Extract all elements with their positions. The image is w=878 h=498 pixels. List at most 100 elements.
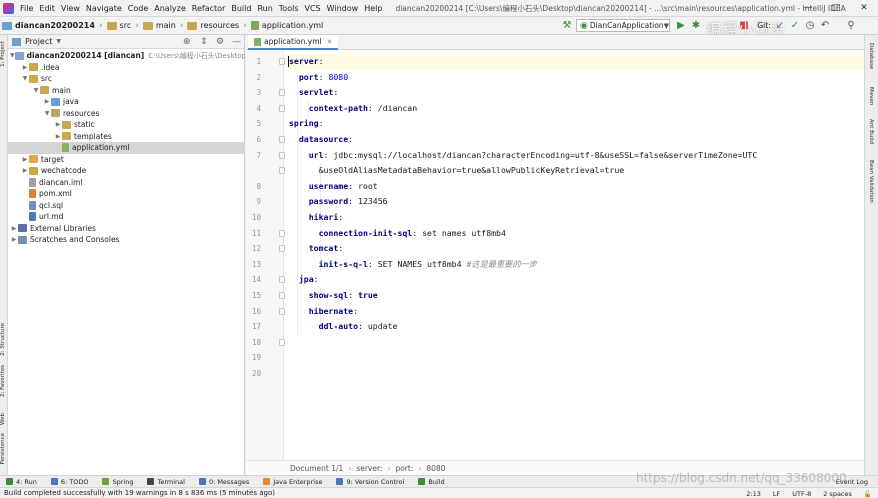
- tree-item[interactable]: ▶ External Libraries: [8, 223, 245, 235]
- tree-item[interactable]: diancan.iml: [8, 177, 245, 189]
- tree-item[interactable]: ▶ templates: [8, 131, 245, 143]
- bottom-tab[interactable]: Java Enterprise: [257, 478, 330, 486]
- bottom-tab[interactable]: Spring: [96, 478, 141, 486]
- tree-item[interactable]: ▼ main: [8, 85, 245, 97]
- tree-item[interactable]: ▶ target: [8, 154, 245, 166]
- chevron-down-icon[interactable]: ▼: [43, 110, 51, 117]
- chevron-right-icon[interactable]: ▶: [10, 236, 18, 243]
- crumb-file[interactable]: application.yml: [249, 21, 325, 30]
- menu-analyze[interactable]: Analyze: [151, 4, 189, 13]
- tree-item[interactable]: ▶ .idea: [8, 62, 245, 74]
- breadcrumb-value[interactable]: 8080: [426, 464, 445, 473]
- crumb-main[interactable]: main: [141, 21, 178, 30]
- close-icon[interactable]: ✕: [850, 0, 878, 16]
- folder-icon: [2, 21, 12, 30]
- tree-item[interactable]: ▶ Scratches and Consoles: [8, 234, 245, 246]
- vcs-commit-icon[interactable]: ✓: [789, 20, 801, 32]
- hide-icon[interactable]: —: [232, 37, 241, 47]
- tree-item[interactable]: ▶ static: [8, 119, 245, 131]
- chevron-right-icon[interactable]: ▶: [21, 167, 29, 174]
- gear-icon[interactable]: ⚙: [216, 37, 224, 47]
- tree-item[interactable]: url.md: [8, 211, 245, 223]
- build-hammer-icon[interactable]: ⚒: [561, 20, 573, 32]
- menu-build[interactable]: Build: [228, 4, 254, 13]
- tree-item[interactable]: ▼ src: [8, 73, 245, 85]
- tool-tab-database[interactable]: Database: [868, 43, 874, 69]
- bottom-tab[interactable]: Terminal: [141, 478, 192, 486]
- chevron-right-icon[interactable]: ▶: [21, 156, 29, 163]
- locate-icon[interactable]: ⊕: [183, 37, 191, 47]
- chevron-down-icon[interactable]: ▼: [32, 87, 40, 94]
- bottom-tab[interactable]: 9: Version Control: [330, 478, 412, 486]
- breadcrumb-document[interactable]: Document 1/1: [290, 464, 343, 473]
- code-line: jpa:: [285, 272, 864, 288]
- tool-tab-maven[interactable]: Maven: [868, 87, 874, 105]
- history-icon[interactable]: ◷: [804, 20, 816, 32]
- tool-tab-structure[interactable]: 2: Structure: [0, 323, 8, 356]
- line-separator[interactable]: LF: [767, 490, 786, 498]
- bottom-tab[interactable]: 0: Messages: [193, 478, 257, 486]
- maximize-icon[interactable]: □: [822, 0, 850, 16]
- breadcrumb-server[interactable]: server:: [356, 464, 382, 473]
- file-encoding[interactable]: UTF-8: [786, 490, 817, 498]
- menu-view[interactable]: View: [58, 4, 83, 13]
- run-configuration-select[interactable]: ◉ DianCanApplication ▼: [576, 19, 670, 32]
- bottom-tab[interactable]: 4: Run: [0, 478, 45, 486]
- tree-item[interactable]: pom.xml: [8, 188, 245, 200]
- menu-edit[interactable]: Edit: [36, 4, 58, 13]
- vcs-update-icon[interactable]: ↙: [774, 20, 786, 32]
- menu-refactor[interactable]: Refactor: [189, 4, 229, 13]
- crumb-resources[interactable]: resources: [185, 21, 241, 30]
- project-view-select[interactable]: Project: [25, 37, 52, 46]
- crumb-project[interactable]: diancan20200214: [0, 21, 97, 30]
- chevron-right-icon[interactable]: ▶: [43, 98, 51, 105]
- tool-tab-bean-validation[interactable]: Bean Validation: [868, 160, 874, 203]
- search-icon[interactable]: ⚲: [845, 20, 857, 32]
- tool-tab-web[interactable]: Web: [0, 413, 8, 425]
- tool-tab-ant[interactable]: Ant Build: [868, 119, 874, 144]
- tool-tab-favorites[interactable]: 2: Favorites: [0, 365, 8, 397]
- menu-run[interactable]: Run: [254, 4, 275, 13]
- chevron-down-icon[interactable]: ▼: [21, 75, 29, 82]
- tree-item[interactable]: ▶ wechatcode: [8, 165, 245, 177]
- close-tab-icon[interactable]: ✕: [327, 38, 333, 46]
- menu-help[interactable]: Help: [361, 4, 385, 13]
- chevron-down-icon[interactable]: ▼: [56, 38, 61, 45]
- tree-item[interactable]: ▼ resources: [8, 108, 245, 120]
- tool-tab-project[interactable]: 1: Project: [0, 41, 8, 67]
- chevron-right-icon[interactable]: ▶: [10, 225, 18, 232]
- menu-vcs[interactable]: VCS: [302, 4, 324, 13]
- breadcrumb-port[interactable]: port:: [395, 464, 413, 473]
- collapse-icon[interactable]: ⇕: [200, 37, 208, 47]
- menu-code[interactable]: Code: [125, 4, 151, 13]
- menu-navigate[interactable]: Navigate: [83, 4, 125, 13]
- bottom-tab[interactable]: Build: [412, 478, 452, 486]
- code-line: server:: [285, 54, 864, 70]
- tab-application-yml[interactable]: application.yml ✕: [248, 35, 339, 50]
- menu-file[interactable]: File: [17, 4, 36, 13]
- chevron-right-icon[interactable]: ▶: [54, 121, 62, 128]
- tool-tab-persistence[interactable]: Persistence: [0, 433, 8, 464]
- debug-icon[interactable]: ✱: [690, 20, 702, 32]
- bottom-tab[interactable]: 6: TODO: [45, 478, 97, 486]
- run-icon[interactable]: ▶: [675, 20, 687, 32]
- crumb-src[interactable]: src: [105, 21, 134, 30]
- minimize-icon[interactable]: —: [794, 0, 822, 16]
- tree-item[interactable]: application.yml: [8, 142, 245, 154]
- menu-tools[interactable]: Tools: [276, 4, 302, 13]
- indent-setting[interactable]: 2 spaces: [817, 490, 858, 498]
- caret-position[interactable]: 2:13: [740, 490, 767, 498]
- revert-icon[interactable]: ↶: [819, 20, 831, 32]
- code-area[interactable]: server: port: 8080 servlet: context-path…: [285, 50, 864, 460]
- menu-window[interactable]: Window: [324, 4, 362, 13]
- chevron-down-icon[interactable]: ▼: [10, 52, 15, 59]
- lock-icon[interactable]: 🔓: [858, 490, 878, 498]
- status-message[interactable]: Build completed successfully with 19 war…: [0, 489, 275, 497]
- chevron-right-icon[interactable]: ▶: [54, 133, 62, 140]
- tree-item[interactable]: qcl.sql: [8, 200, 245, 212]
- project-panel: Project ▼ ⊕ ⇕ ⚙ — ▼ diancan20200214 [dian…: [8, 35, 245, 475]
- menu-items: File Edit View Navigate Code Analyze Refactor B…: [17, 4, 385, 13]
- tree-item[interactable]: ▼ diancan20200214 [diancan] C:\Users\编程小石头…: [8, 50, 245, 62]
- tree-item[interactable]: ▶ java: [8, 96, 245, 108]
- chevron-right-icon[interactable]: ▶: [21, 64, 29, 71]
